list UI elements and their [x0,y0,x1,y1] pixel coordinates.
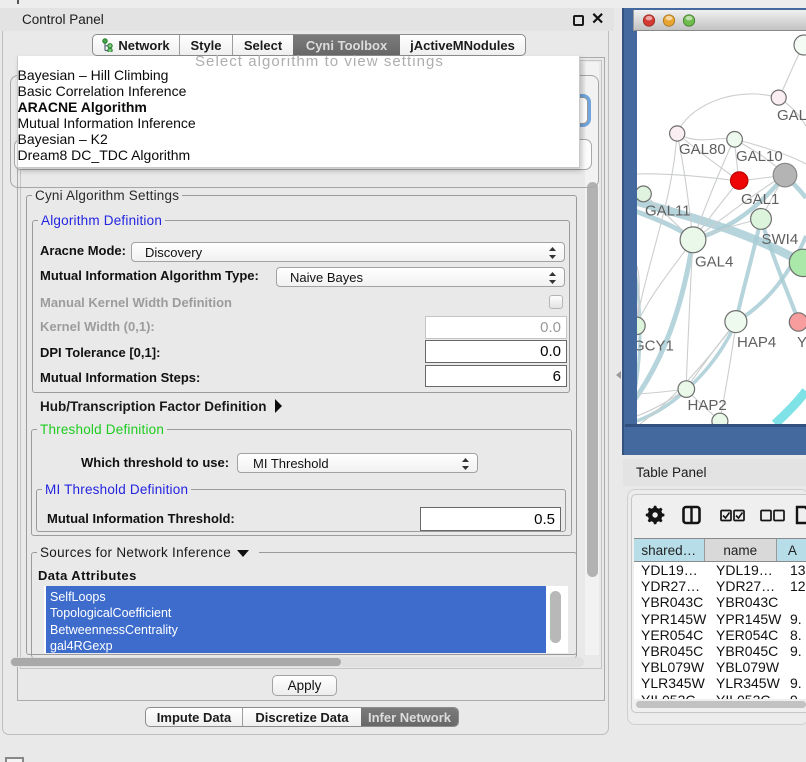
svg-text:YD: YD [797,334,806,351]
svg-text:GAL7: GAL7 [777,107,806,124]
svg-text:GAL11: GAL11 [645,203,691,220]
svg-text:GAL10: GAL10 [736,148,783,165]
svg-text:GAL80: GAL80 [679,141,726,158]
svg-text:GCY1: GCY1 [637,338,674,355]
svg-text:GAL1: GAL1 [741,191,779,208]
svg-text:HAP4: HAP4 [737,334,776,351]
svg-text:HAP2: HAP2 [688,397,727,414]
svg-text:GAL4: GAL4 [695,254,733,271]
svg-text:SWI4: SWI4 [762,231,799,248]
